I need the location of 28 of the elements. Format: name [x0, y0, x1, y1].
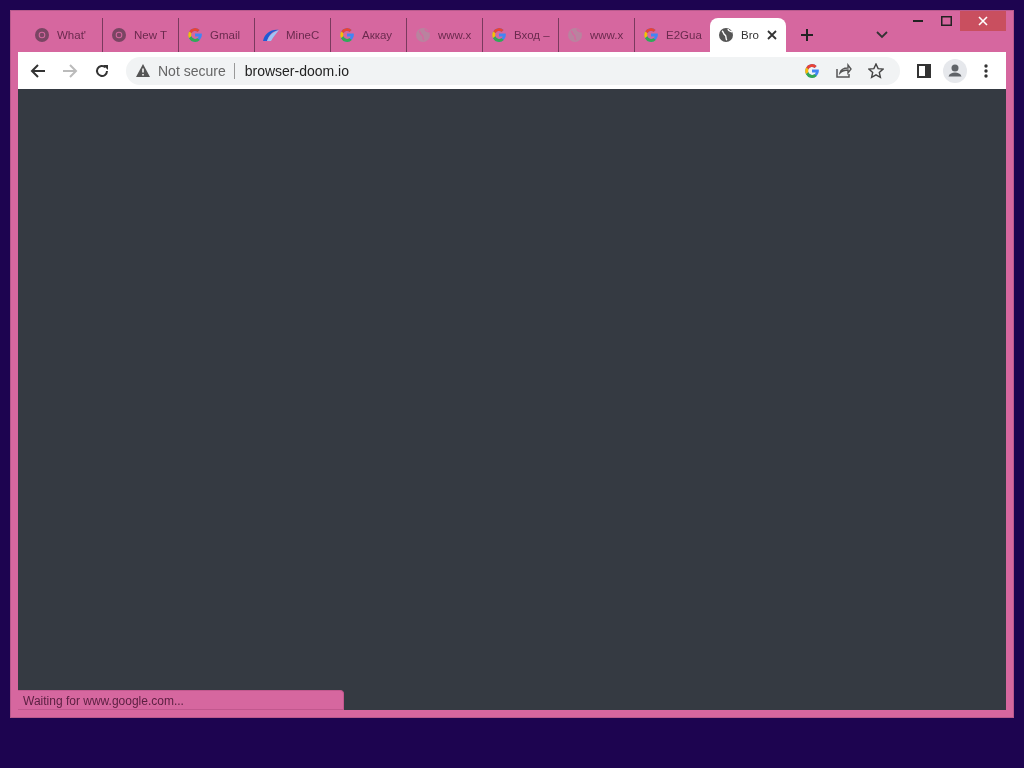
browser-tab[interactable]: What'	[26, 18, 102, 52]
google-logo-icon	[490, 27, 508, 43]
google-logo-icon	[338, 27, 356, 43]
close-tab-icon[interactable]	[764, 28, 779, 42]
google-logo-icon	[186, 27, 204, 43]
tab-title: www.x	[590, 29, 624, 41]
tab-title: E2Gua	[666, 29, 702, 41]
google-logo-icon	[642, 27, 660, 43]
tab-title: What'	[57, 29, 87, 41]
warning-icon[interactable]	[136, 64, 150, 77]
tab-title: Bro	[741, 29, 759, 41]
tab-title: www.x	[438, 29, 472, 41]
wave-logo-icon	[262, 28, 280, 42]
tab-title: MineC	[286, 29, 320, 41]
address-bar[interactable]: Not secure browser-doom.io	[126, 56, 900, 85]
profile-avatar-icon[interactable]	[942, 56, 968, 85]
globe-icon	[414, 27, 432, 43]
globe-icon	[566, 27, 584, 43]
url-text: browser-doom.io	[244, 62, 349, 79]
status-bubble: Waiting for www.google.com...	[18, 690, 344, 710]
tab-title: Аккау	[362, 29, 392, 41]
close-icon[interactable]	[960, 11, 1006, 31]
tab-title: Вход –	[514, 29, 550, 41]
browser-tab[interactable]: Bro	[710, 18, 786, 52]
tab-title: Gmail	[210, 29, 241, 41]
globe-icon	[717, 27, 735, 43]
tab-title: New T	[134, 29, 168, 41]
security-label[interactable]: Not secure	[158, 62, 226, 79]
